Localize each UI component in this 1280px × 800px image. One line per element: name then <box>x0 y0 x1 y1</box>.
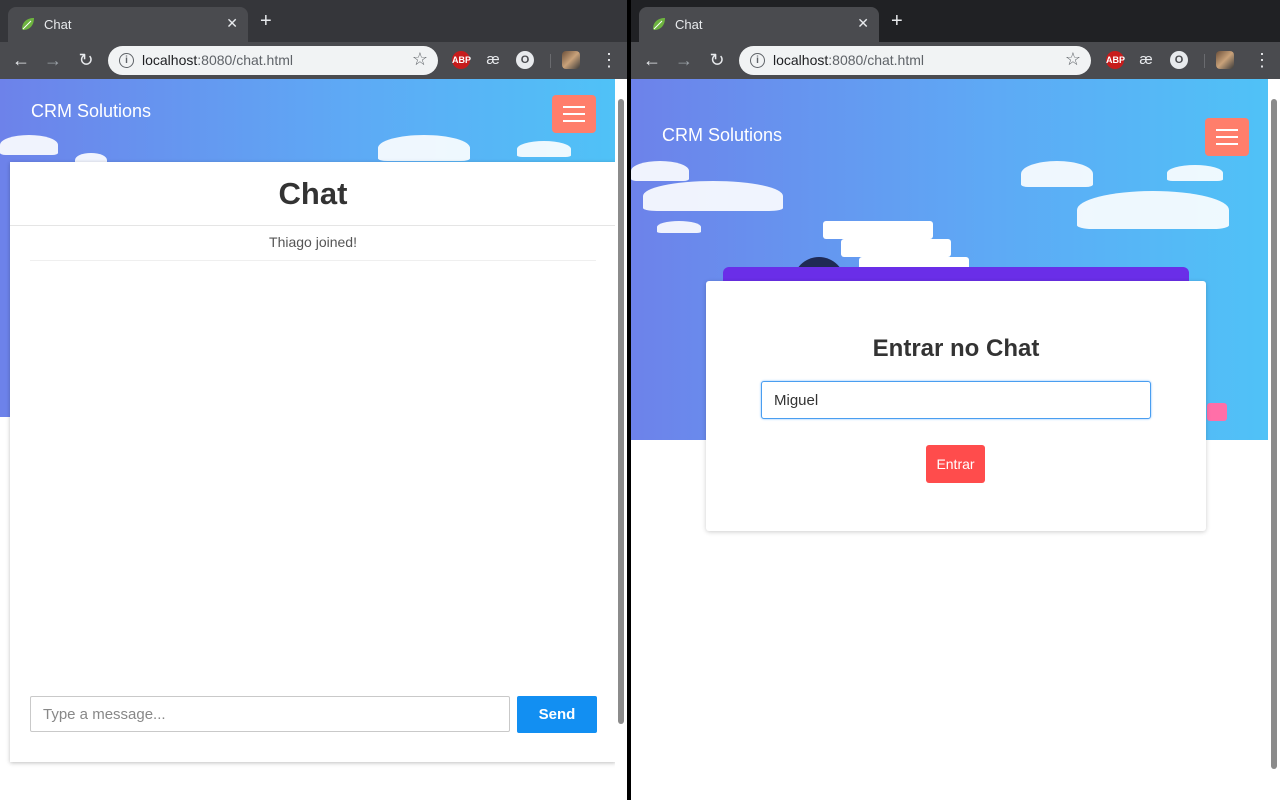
hamburger-line <box>563 113 585 115</box>
chat-bubble-illustration <box>1207 403 1227 421</box>
tab-title: Chat <box>44 17 72 32</box>
url-text: localhost:8080/chat.html <box>142 52 293 68</box>
search-illustration <box>823 221 933 239</box>
browser-window-right: Chat ✕ + ← → ↻ i localhost:8080/chat.htm… <box>631 0 1280 800</box>
cloud-decoration <box>631 161 689 181</box>
chat-title: Chat <box>278 176 348 211</box>
hamburger-line <box>1216 136 1238 138</box>
new-tab-button[interactable]: + <box>260 11 272 31</box>
event-message: Thiago joined! <box>30 234 596 261</box>
browser-tab[interactable]: Chat ✕ <box>8 7 248 42</box>
bookmark-star-icon[interactable]: ☆ <box>412 49 428 70</box>
brand-title[interactable]: CRM Solutions <box>31 101 151 122</box>
url-text: localhost:8080/chat.html <box>773 52 924 68</box>
login-title: Entrar no Chat <box>872 335 1040 362</box>
browser-toolbar: ← → ↻ i localhost:8080/chat.html ☆ ABP æ… <box>631 42 1280 79</box>
info-icon[interactable]: i <box>750 53 765 68</box>
new-tab-button[interactable]: + <box>891 11 903 31</box>
info-icon[interactable]: i <box>119 53 134 68</box>
reload-icon[interactable]: ↻ <box>75 49 97 71</box>
chat-panel: Chat Thiago joined! Send <box>10 162 616 762</box>
url-path: :8080/chat.html <box>828 52 924 68</box>
browser-tab[interactable]: Chat ✕ <box>639 7 879 42</box>
address-bar[interactable]: i localhost:8080/chat.html ☆ <box>108 46 438 75</box>
extension-o-icon[interactable]: O <box>516 51 534 69</box>
scrollbar-thumb[interactable] <box>618 99 624 724</box>
toolbar-separator <box>1204 54 1205 68</box>
spring-leaf-icon <box>22 18 34 30</box>
scrollbar-thumb[interactable] <box>1271 99 1277 769</box>
divider <box>10 225 616 226</box>
browser-toolbar: ← → ↻ i localhost:8080/chat.html ☆ ABP æ… <box>0 42 627 79</box>
tab-strip: Chat ✕ + <box>0 0 627 42</box>
ae-extension-icon[interactable]: æ <box>484 51 502 69</box>
cloud-decoration <box>657 221 701 233</box>
cloud-decoration <box>1077 191 1229 229</box>
profile-avatar-icon[interactable] <box>1216 51 1234 69</box>
spring-leaf-icon <box>653 18 665 30</box>
back-icon[interactable]: ← <box>10 49 32 71</box>
url-path: :8080/chat.html <box>197 52 293 68</box>
login-panel: Entrar no Chat Entrar <box>706 281 1206 531</box>
cloud-decoration <box>643 181 783 211</box>
page-viewport: CRM Solutions Entrar no Chat Entrar <box>631 79 1280 800</box>
hamburger-line <box>563 106 585 108</box>
username-input[interactable] <box>761 381 1151 419</box>
search-illustration <box>841 239 951 257</box>
bookmark-star-icon[interactable]: ☆ <box>1065 49 1081 70</box>
profile-avatar-icon[interactable] <box>562 51 580 69</box>
url-host: localhost <box>773 52 829 68</box>
forward-icon[interactable]: → <box>673 49 695 71</box>
send-button[interactable]: Send <box>517 696 597 733</box>
browser-menu-icon[interactable]: ⋮ <box>600 50 618 70</box>
tab-title: Chat <box>675 17 703 32</box>
page-viewport: CRM Solutions Chat Thiago joined! Send <box>0 79 627 800</box>
hamburger-line <box>1216 129 1238 131</box>
extension-o-icon[interactable]: O <box>1170 51 1188 69</box>
browser-window-left: Chat ✕ + ← → ↻ i localhost:8080/chat.htm… <box>0 0 627 800</box>
menu-toggle-button[interactable] <box>1205 118 1249 156</box>
back-icon[interactable]: ← <box>641 49 663 71</box>
browser-menu-icon[interactable]: ⋮ <box>1253 50 1271 70</box>
hamburger-line <box>1216 143 1238 145</box>
page-scrollbar[interactable] <box>615 79 627 800</box>
message-input[interactable] <box>30 696 510 732</box>
hamburger-line <box>563 120 585 122</box>
address-bar[interactable]: i localhost:8080/chat.html ☆ <box>739 46 1091 75</box>
adblock-extension-icon[interactable]: ABP <box>1106 51 1125 69</box>
tab-strip: Chat ✕ + <box>631 0 1280 42</box>
enter-button[interactable]: Entrar <box>926 445 985 483</box>
close-tab-icon[interactable]: ✕ <box>226 15 238 32</box>
menu-toggle-button[interactable] <box>552 95 596 133</box>
cloud-decoration <box>378 135 470 161</box>
toolbar-separator <box>550 54 551 68</box>
page-scrollbar[interactable] <box>1268 79 1280 800</box>
cloud-decoration <box>0 135 58 155</box>
reload-icon[interactable]: ↻ <box>706 49 728 71</box>
forward-icon[interactable]: → <box>42 49 64 71</box>
cloud-decoration <box>1167 165 1223 181</box>
close-tab-icon[interactable]: ✕ <box>857 15 869 32</box>
url-host: localhost <box>142 52 198 68</box>
ae-extension-icon[interactable]: æ <box>1137 51 1155 69</box>
adblock-extension-icon[interactable]: ABP <box>452 51 471 69</box>
brand-title[interactable]: CRM Solutions <box>662 125 782 146</box>
cloud-decoration <box>517 141 571 157</box>
cloud-decoration <box>1021 161 1093 187</box>
